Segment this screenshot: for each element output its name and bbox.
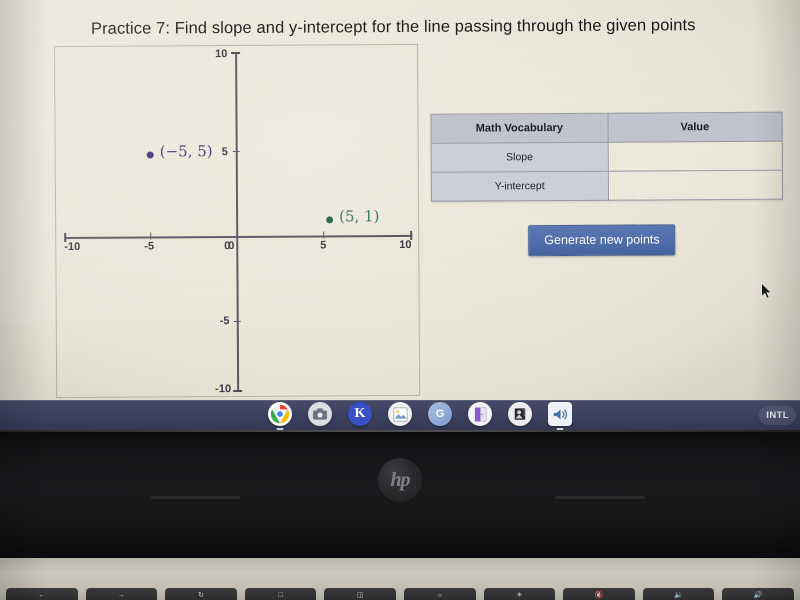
photos-icon[interactable] xyxy=(388,402,412,426)
function-key-row: ← → ↻ □ ◫ ☼ ☀ 🔇 🔉 🔊 xyxy=(0,588,800,600)
x-tick-plus5 xyxy=(323,231,325,239)
data-point-label-1: (−5, 5) xyxy=(159,142,213,161)
bezel-vent-right xyxy=(555,496,645,499)
media-icon-glyph xyxy=(514,408,526,420)
shelf-status-area[interactable]: INTL xyxy=(759,400,800,430)
status-label[interactable]: INTL xyxy=(759,405,796,425)
key-mute[interactable]: 🔇 xyxy=(563,588,635,600)
y-tick-label-neg10: -10 xyxy=(215,383,232,396)
key-volume-down[interactable]: 🔉 xyxy=(642,588,715,600)
speaker-icon-glyph xyxy=(553,408,567,420)
brightness-up-icon: ☀ xyxy=(516,592,523,599)
overview-icon: ◫ xyxy=(356,592,364,599)
x-tick-label-4: 10 xyxy=(399,238,412,252)
keyboard-deck: ← → ↻ □ ◫ ☼ ☀ 🔇 🔉 🔊 xyxy=(0,558,800,600)
worksheet-page: Practice 7: Find slope and y-intercept f… xyxy=(0,0,800,402)
data-point-label-2: (5, 1) xyxy=(339,207,380,226)
camera-icon[interactable] xyxy=(308,402,332,426)
value-input-y-intercept[interactable] xyxy=(607,170,783,201)
classroom-g-glyph: G xyxy=(435,408,445,420)
speaker-app-icon[interactable] xyxy=(548,402,572,430)
key-volume-up[interactable]: 🔊 xyxy=(722,588,794,600)
vocab-label-slope: Slope xyxy=(431,142,608,173)
photos-icon-glyph xyxy=(392,406,408,422)
y-axis-bottom-cap xyxy=(233,389,243,392)
hp-logo: hp xyxy=(378,458,422,502)
x-tick-label-0: -10 xyxy=(64,240,81,254)
x-axis-line xyxy=(64,234,413,239)
x-tick-label-3: 5 xyxy=(320,239,327,252)
camera-icon-glyph xyxy=(313,408,327,420)
data-point-marker-1 xyxy=(146,151,154,159)
table-row: Slope xyxy=(431,141,783,173)
y-tick-minus5 xyxy=(233,320,241,323)
chromebook-screen: Practice 7: Find slope and y-intercept f… xyxy=(0,0,800,402)
key-back[interactable]: ← xyxy=(6,588,78,600)
key-fullscreen[interactable]: □ xyxy=(244,588,317,600)
table-row: Y-intercept xyxy=(431,170,783,202)
volume-up-icon: 🔊 xyxy=(753,592,763,599)
notebook-icon-glyph xyxy=(474,406,486,422)
forward-arrow-icon: → xyxy=(117,592,125,599)
vocab-label-y-intercept: Y-intercept xyxy=(431,171,609,202)
laptop-bezel: hp xyxy=(0,430,800,558)
table-header-row: Math Vocabulary Value xyxy=(430,112,783,144)
y-axis-top-cap xyxy=(231,51,241,54)
notebook-app-icon[interactable] xyxy=(468,402,492,426)
generate-new-points-button[interactable]: Generate new points xyxy=(528,224,676,257)
google-classroom-icon[interactable]: G xyxy=(428,402,452,426)
reload-icon: ↻ xyxy=(198,592,204,599)
y-tick-plus5 xyxy=(232,150,240,153)
key-reload[interactable]: ↻ xyxy=(165,588,237,600)
column-header-vocab: Math Vocabulary xyxy=(430,113,608,144)
y-tick-label-0: 0 xyxy=(224,240,231,253)
math-vocabulary-table: Math Vocabulary Value Slope Y-intercept xyxy=(430,112,783,202)
fullscreen-icon: □ xyxy=(278,592,283,599)
x-tick-minus5 xyxy=(150,232,152,240)
value-input-slope[interactable] xyxy=(607,141,783,172)
y-tick-label-10: 10 xyxy=(215,48,228,61)
y-axis-line xyxy=(235,51,239,392)
column-header-value: Value xyxy=(607,112,783,143)
key-brightness-down[interactable]: ☼ xyxy=(403,588,476,600)
media-app-icon[interactable] xyxy=(508,402,532,426)
chrome-icon[interactable] xyxy=(268,402,292,430)
data-point-marker-2 xyxy=(326,216,334,224)
photo-of-chromebook: Practice 7: Find slope and y-intercept f… xyxy=(0,0,800,600)
brightness-down-icon: ☼ xyxy=(436,592,443,599)
back-arrow-icon: ← xyxy=(38,592,46,599)
bezel-vent-left xyxy=(150,496,240,499)
y-tick-label-5: 5 xyxy=(221,146,228,159)
y-tick-label-neg5: -5 xyxy=(219,315,230,328)
x-tick-label-1: -5 xyxy=(144,240,155,253)
volume-down-icon: 🔉 xyxy=(674,592,683,599)
coordinate-graph: -10 -5 0 5 10 10 5 0 -5 -10 (−5, 5) (5, … xyxy=(54,43,421,399)
chrome-icon-glyph xyxy=(270,404,290,424)
shelf-top-highlight xyxy=(0,400,800,401)
kami-icon[interactable]: K xyxy=(348,402,372,426)
key-overview[interactable]: ◫ xyxy=(324,588,396,600)
mute-icon: 🔇 xyxy=(594,592,604,599)
key-brightness-up[interactable]: ☀ xyxy=(483,588,556,600)
page-title: Practice 7: Find slope and y-intercept f… xyxy=(90,16,696,38)
mouse-cursor xyxy=(761,282,773,299)
chromeos-shelf: K G INTL xyxy=(0,400,800,430)
shelf-app-list: K G xyxy=(268,402,572,430)
key-forward[interactable]: → xyxy=(85,588,158,600)
